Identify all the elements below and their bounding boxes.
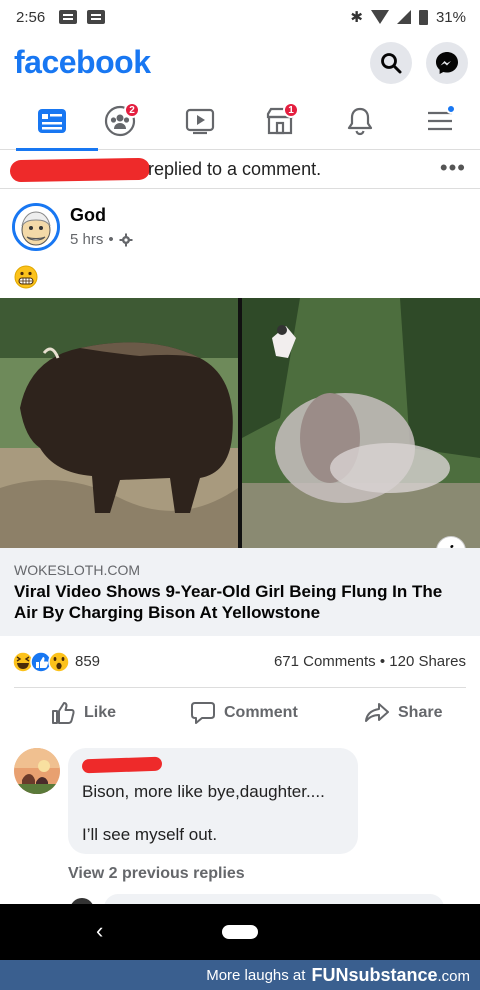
signal-icon bbox=[396, 10, 411, 24]
news-feed-icon bbox=[38, 109, 66, 133]
like-reaction-icon bbox=[30, 651, 52, 673]
reactions-summary: 859 671 Comments • 120 Shares bbox=[0, 648, 480, 676]
comment-item: Bison, more like bye,daughter.... I’ll s… bbox=[0, 745, 480, 855]
comment-button[interactable]: Comment bbox=[190, 698, 298, 728]
message-notification-icon bbox=[59, 10, 78, 24]
author-avatar[interactable] bbox=[12, 203, 60, 251]
tab-watch[interactable] bbox=[170, 92, 230, 150]
battery-percent: 31% bbox=[435, 8, 466, 26]
more-options-icon[interactable]: ••• bbox=[440, 155, 466, 181]
share-label: Share bbox=[398, 704, 443, 721]
battery-icon bbox=[418, 9, 428, 25]
watermark-banner: More laughs at FUNsubstance.com bbox=[0, 960, 480, 990]
messenger-button[interactable] bbox=[426, 42, 468, 84]
search-button[interactable] bbox=[370, 42, 412, 84]
wifi-icon bbox=[370, 10, 389, 24]
facebook-logo[interactable]: facebook bbox=[14, 44, 151, 81]
tab-news-feed[interactable] bbox=[16, 92, 98, 151]
grimacing-emoji-icon bbox=[14, 265, 38, 289]
post-time[interactable]: 5 hrs bbox=[70, 231, 103, 248]
thumbs-up-icon bbox=[52, 702, 75, 724]
reaction-icons[interactable] bbox=[12, 650, 78, 674]
comment-text-line2: I’ll see myself out. bbox=[82, 825, 218, 844]
tab-menu[interactable] bbox=[410, 92, 470, 150]
post-actions: Like Comment Share bbox=[0, 690, 480, 736]
bluetooth-icon: ✱ bbox=[350, 9, 363, 26]
watermark-site: FUNsubstance.com bbox=[311, 965, 470, 986]
watermark-brand: FUNsubstance bbox=[311, 964, 438, 985]
status-indicators: ✱ 31% bbox=[350, 8, 466, 27]
link-preview-image[interactable]: i bbox=[0, 298, 480, 548]
reaction-count[interactable]: 859 bbox=[75, 653, 100, 670]
link-domain: WOKESLOTH.COM bbox=[14, 562, 141, 578]
system-navigation-bar: ‹ bbox=[0, 904, 480, 960]
activity-text: replied to a comment. bbox=[148, 159, 322, 179]
public-gear-icon bbox=[119, 233, 133, 246]
comment-bubble-icon bbox=[191, 702, 215, 724]
tab-groups[interactable]: 2 bbox=[90, 92, 150, 150]
activity-header: replied to a comment. ••• bbox=[0, 151, 480, 189]
stats-separator: • bbox=[379, 653, 386, 670]
status-time: 2:56 bbox=[16, 8, 46, 26]
author-name[interactable]: God bbox=[70, 205, 106, 226]
message-notification-icon bbox=[87, 10, 106, 24]
link-title: Viral Video Shows 9-Year-Old Girl Being … bbox=[14, 582, 443, 622]
redacted-name bbox=[9, 157, 151, 183]
meta-separator: • bbox=[108, 231, 114, 248]
search-icon bbox=[381, 53, 402, 74]
link-preview-caption[interactable]: WOKESLOTH.COM Viral Video Shows 9-Year-O… bbox=[0, 548, 480, 636]
post-meta: 5 hrs • bbox=[70, 231, 133, 248]
app-header: facebook bbox=[0, 34, 480, 90]
menu-dot-badge bbox=[446, 104, 456, 114]
wow-reaction-icon bbox=[48, 651, 70, 673]
post-stats: 671 Comments • 120 Shares bbox=[274, 653, 466, 670]
groups-badge: 2 bbox=[124, 102, 140, 118]
watermark-suffix: .com bbox=[437, 967, 470, 985]
bison-photo-collage bbox=[0, 298, 480, 548]
divider bbox=[14, 687, 466, 688]
main-tabs: 2 1 bbox=[0, 92, 480, 151]
messenger-icon bbox=[436, 52, 458, 74]
share-arrow-icon bbox=[365, 703, 389, 722]
view-previous-replies-link[interactable]: View 2 previous replies bbox=[68, 865, 245, 883]
like-button[interactable]: Like bbox=[50, 698, 116, 728]
watch-video-icon bbox=[185, 108, 215, 135]
haha-reaction-icon bbox=[12, 651, 34, 673]
comment-label: Comment bbox=[224, 704, 298, 721]
bell-icon bbox=[347, 107, 373, 136]
tab-marketplace[interactable]: 1 bbox=[250, 92, 310, 150]
share-button[interactable]: Share bbox=[364, 698, 442, 728]
comments-count[interactable]: 671 Comments bbox=[274, 653, 376, 670]
watermark-prefix: More laughs at bbox=[206, 966, 306, 984]
comment-text-line1: Bison, more like bye,daughter.... bbox=[82, 782, 325, 801]
tab-notifications[interactable] bbox=[330, 92, 390, 150]
back-chevron-icon[interactable]: ‹ bbox=[96, 918, 103, 944]
home-pill-button[interactable] bbox=[222, 925, 258, 939]
comment-bubble[interactable]: Bison, more like bye,daughter.... I’ll s… bbox=[68, 748, 358, 854]
cartoon-face-avatar bbox=[15, 206, 57, 248]
like-label: Like bbox=[84, 704, 117, 721]
redacted-commenter-name bbox=[81, 756, 163, 774]
sunset-photo-avatar bbox=[14, 748, 60, 794]
marketplace-badge: 1 bbox=[283, 102, 299, 118]
post-header: God 5 hrs • bbox=[0, 195, 480, 255]
commenter-avatar[interactable] bbox=[14, 748, 60, 794]
shares-count[interactable]: 120 Shares bbox=[389, 653, 466, 670]
